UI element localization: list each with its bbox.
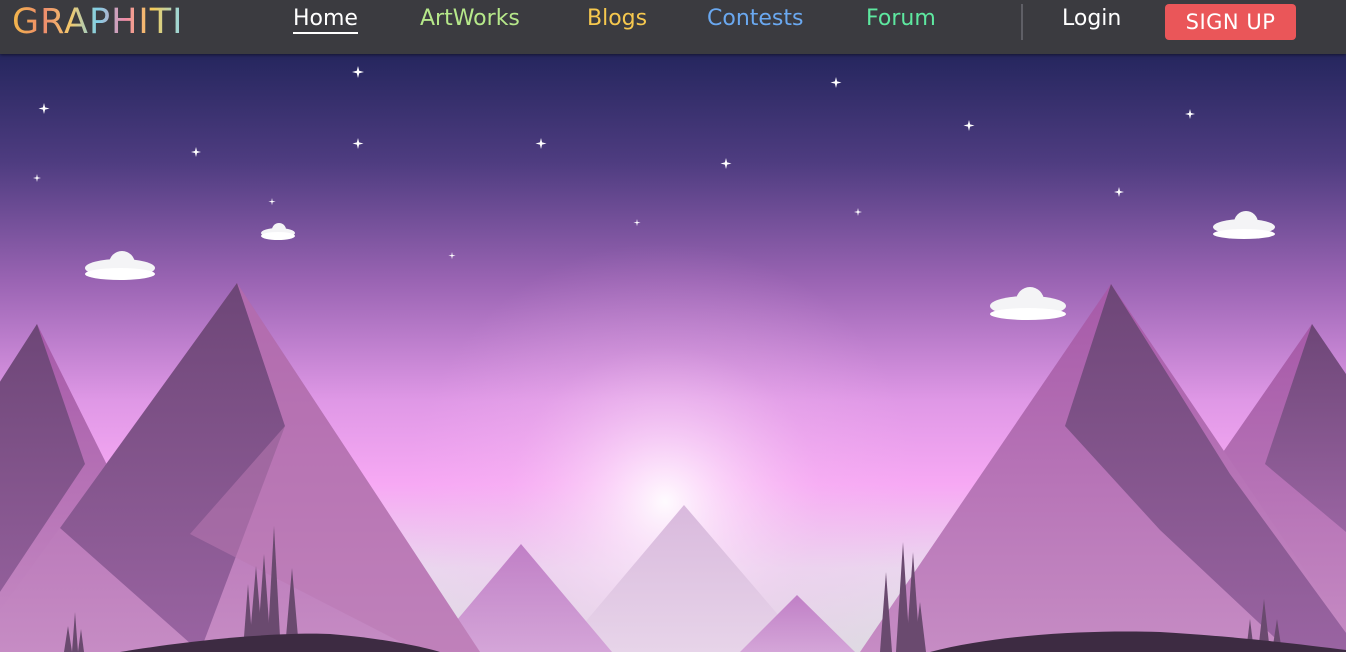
hero-illustration [0, 54, 1346, 652]
login-link[interactable]: Login [1062, 6, 1121, 31]
navbar: GRAPHITI Home ArtWorks Blogs Contests Fo… [0, 0, 1346, 54]
nav-link-contests[interactable]: Contests [707, 6, 803, 31]
nav-link-artworks[interactable]: ArtWorks [420, 6, 520, 31]
nav-link-home[interactable]: Home [293, 6, 358, 34]
nav-link-blogs[interactable]: Blogs [587, 6, 647, 31]
nav-link-forum[interactable]: Forum [866, 6, 936, 31]
graphiti-logo[interactable]: GRAPHITI [12, 2, 183, 42]
signup-button[interactable]: SIGN UP [1165, 4, 1296, 40]
nav-divider [1021, 4, 1023, 40]
